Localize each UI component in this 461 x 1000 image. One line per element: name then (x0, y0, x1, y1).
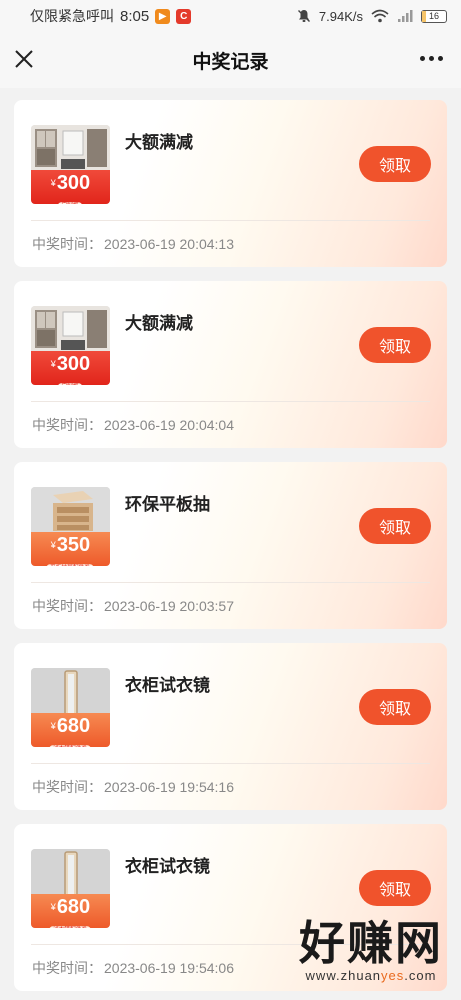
coupon-badge: ¥680 试衣镜配件券 (31, 894, 110, 928)
watermark-url-accent: yes (381, 968, 405, 983)
claim-button[interactable]: 领取 (359, 689, 431, 725)
divider (31, 401, 430, 402)
currency-symbol: ¥ (50, 178, 56, 188)
watermark: 好赚网 www.zhuanyes.com (299, 918, 443, 983)
prize-image (31, 125, 110, 172)
record-card: ¥300 定制柜 大额满减 领取 中奖时间：2023-06-19 20:04:0… (14, 281, 447, 448)
c-app-icon: C (176, 8, 192, 24)
battery-text: 16 (428, 11, 439, 21)
prize-name: 环保平板抽 (125, 495, 210, 514)
win-time-label: 中奖时间： (32, 960, 102, 976)
claim-button[interactable]: 领取 (359, 508, 431, 544)
claim-button[interactable]: 领取 (359, 146, 431, 182)
network-speed: 7.94K/s (318, 8, 363, 24)
win-time-value: 2023-06-19 20:03:57 (104, 598, 234, 614)
claim-button[interactable]: 领取 (359, 327, 431, 363)
win-time-label: 中奖时间： (32, 598, 102, 614)
currency-symbol: ¥ (50, 902, 56, 912)
more-icon[interactable] (420, 56, 443, 61)
mute-icon (297, 10, 310, 22)
coupon-badge: ¥300 定制柜 (31, 351, 110, 385)
battery-icon: 16 (421, 9, 447, 23)
prize-thumbnail: ¥680 试衣镜配件券 (31, 668, 110, 747)
coupon-value-wrap: ¥680 (31, 894, 110, 918)
record-card: ¥300 定制柜 大额满减 领取 中奖时间：2023-06-19 20:04:1… (14, 100, 447, 267)
win-time-value: 2023-06-19 20:04:04 (104, 417, 234, 433)
prize-image (31, 487, 110, 534)
win-time: 中奖时间： 2023-06-19 20:04:13 (32, 234, 234, 254)
prize-thumbnail: ¥300 定制柜 (31, 125, 110, 204)
win-time: 中奖时间： 2023-06-19 19:54:06 (32, 958, 234, 978)
divider (31, 763, 430, 764)
carrier-text: 仅限紧急呼叫 (30, 8, 114, 24)
coupon-value-wrap: ¥300 (31, 170, 110, 194)
win-time-label: 中奖时间： (32, 417, 102, 433)
wifi-icon (371, 9, 389, 23)
record-card: ¥350 平板抽屉配件券 环保平板抽 领取 中奖时间：2023-06-19 20… (14, 462, 447, 629)
coupon-tag: 试衣镜配件券 (49, 926, 92, 928)
prize-image (31, 306, 110, 353)
prize-name: 大额满减 (125, 314, 193, 333)
prize-thumbnail: ¥350 平板抽屉配件券 (31, 487, 110, 566)
win-time-label: 中奖时间： (32, 236, 102, 252)
coupon-value: 300 (56, 353, 91, 375)
currency-symbol: ¥ (50, 540, 56, 550)
prize-name: 大额满减 (125, 133, 193, 152)
prize-thumbnail: ¥680 试衣镜配件券 (31, 849, 110, 928)
coupon-value-wrap: ¥300 (31, 351, 110, 375)
status-right: 7.94K/s 16 (297, 9, 447, 24)
nav-bar: 中奖记录 (0, 32, 461, 88)
record-list: ¥300 定制柜 大额满减 领取 中奖时间：2023-06-19 20:04:1… (14, 100, 447, 1000)
win-time: 中奖时间： 2023-06-19 20:04:04 (32, 415, 234, 435)
status-time: 8:05 (120, 7, 150, 25)
coupon-value: 680 (56, 896, 91, 918)
prize-name: 衣柜试衣镜 (125, 676, 210, 695)
coupon-tag: 定制柜 (58, 202, 83, 204)
win-time: 中奖时间： 2023-06-19 19:54:16 (32, 777, 234, 797)
watermark-url-pre: www.zhuan (305, 968, 382, 983)
record-card: ¥680 试衣镜配件券 衣柜试衣镜 领取 中奖时间：2023-06-19 19:… (14, 643, 447, 810)
status-bar: 仅限紧急呼叫 8:05 ▶ C 7.94K/s 16 (0, 0, 461, 32)
coupon-value-wrap: ¥680 (31, 713, 110, 737)
win-time-value: 2023-06-19 19:54:06 (104, 960, 234, 976)
coupon-badge: ¥680 试衣镜配件券 (31, 713, 110, 747)
coupon-value-wrap: ¥350 (31, 532, 110, 556)
win-time-label: 中奖时间： (32, 779, 102, 795)
watermark-url-post: .com (404, 968, 437, 983)
page-title: 中奖记录 (192, 51, 269, 73)
coupon-tag: 平板抽屉配件券 (46, 564, 95, 566)
coupon-value: 300 (56, 172, 91, 194)
status-left: 仅限紧急呼叫 8:05 ▶ C (30, 6, 192, 26)
close-icon[interactable] (14, 49, 34, 69)
prize-image (31, 849, 110, 896)
currency-symbol: ¥ (50, 721, 56, 731)
coupon-value: 680 (56, 715, 91, 737)
video-app-icon: ▶ (155, 8, 171, 24)
coupon-value: 350 (56, 534, 91, 556)
win-time: 中奖时间： 2023-06-19 20:03:57 (32, 596, 234, 616)
signal-icon (398, 10, 413, 22)
coupon-tag: 定制柜 (58, 383, 83, 385)
win-time-value: 2023-06-19 20:04:13 (104, 236, 234, 252)
watermark-url: www.zhuanyes.com (299, 968, 443, 983)
divider (31, 582, 430, 583)
claim-button[interactable]: 领取 (359, 870, 431, 906)
coupon-tag: 试衣镜配件券 (49, 745, 92, 747)
prize-name: 衣柜试衣镜 (125, 857, 210, 876)
coupon-badge: ¥300 定制柜 (31, 170, 110, 204)
divider (31, 220, 430, 221)
prize-thumbnail: ¥300 定制柜 (31, 306, 110, 385)
prize-image (31, 668, 110, 715)
coupon-badge: ¥350 平板抽屉配件券 (31, 532, 110, 566)
win-time-value: 2023-06-19 19:54:16 (104, 779, 234, 795)
battery-level (422, 10, 426, 22)
currency-symbol: ¥ (50, 359, 56, 369)
watermark-logo: 好赚网 (299, 917, 443, 969)
